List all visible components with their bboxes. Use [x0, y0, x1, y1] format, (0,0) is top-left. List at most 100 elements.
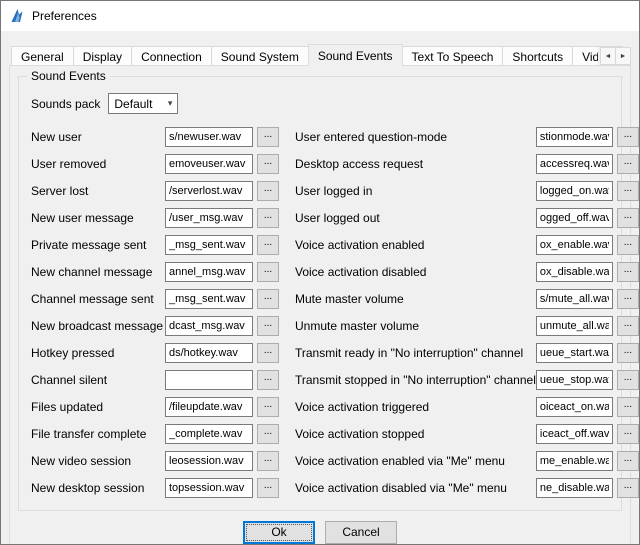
tab-connection[interactable]: Connection [131, 46, 212, 66]
sound-event-row: Voice activation stopped... [293, 423, 639, 444]
sound-event-row: Voice activation triggered... [293, 396, 639, 417]
browse-button[interactable]: ... [257, 370, 279, 390]
browse-button[interactable]: ... [617, 316, 639, 336]
browse-button[interactable]: ... [257, 424, 279, 444]
sound-file-input[interactable] [165, 397, 253, 417]
sound-file-input[interactable] [165, 289, 253, 309]
tab-general[interactable]: General [11, 46, 74, 66]
tab-list: GeneralDisplayConnectionSound SystemSoun… [9, 44, 631, 66]
sound-event-row: User removed... [29, 153, 279, 174]
sound-event-row: New broadcast message... [29, 315, 279, 336]
browse-button[interactable]: ... [257, 154, 279, 174]
browse-button[interactable]: ... [257, 397, 279, 417]
tab-scroll-control: ◄ ► [598, 47, 631, 65]
browse-button[interactable]: ... [257, 262, 279, 282]
browse-button[interactable]: ... [257, 208, 279, 228]
sound-file-input[interactable] [536, 154, 613, 174]
sound-event-label: User removed [29, 157, 165, 171]
browse-button[interactable]: ... [257, 235, 279, 255]
sound-event-row: New video session... [29, 450, 279, 471]
tab-shortcuts[interactable]: Shortcuts [502, 46, 573, 66]
sound-event-row: New channel message... [29, 261, 279, 282]
tab-scroll-left-button[interactable]: ◄ [600, 47, 616, 65]
sound-event-row: Channel message sent... [29, 288, 279, 309]
browse-button[interactable]: ... [257, 316, 279, 336]
sound-file-input[interactable] [536, 208, 613, 228]
browse-button[interactable]: ... [617, 424, 639, 444]
cancel-button[interactable]: Cancel [325, 521, 397, 544]
browse-button[interactable]: ... [617, 289, 639, 309]
sound-file-input[interactable] [165, 478, 253, 498]
browse-button[interactable]: ... [617, 127, 639, 147]
sound-file-input[interactable] [165, 127, 253, 147]
sound-event-row: Transmit ready in "No interruption" chan… [293, 342, 639, 363]
browse-button[interactable]: ... [257, 478, 279, 498]
sound-file-input[interactable] [536, 424, 613, 444]
sound-file-input[interactable] [165, 181, 253, 201]
sound-event-label: Unmute master volume [293, 319, 536, 333]
event-columns: New user...User removed...Server lost...… [29, 126, 611, 504]
sound-file-input[interactable] [536, 235, 613, 255]
sound-file-input[interactable] [536, 181, 613, 201]
tab-text-to-speech[interactable]: Text To Speech [402, 46, 504, 66]
sound-file-input[interactable] [536, 289, 613, 309]
tab-display[interactable]: Display [73, 46, 132, 66]
browse-button[interactable]: ... [617, 181, 639, 201]
tab-sound-system[interactable]: Sound System [211, 46, 309, 66]
browse-button[interactable]: ... [617, 262, 639, 282]
sound-event-label: Voice activation disabled via "Me" menu [293, 481, 536, 495]
sound-file-input[interactable] [165, 262, 253, 282]
tab-scroll-right-button[interactable]: ► [615, 47, 631, 65]
browse-button[interactable]: ... [257, 127, 279, 147]
dialog-button-row: Ok Cancel [16, 517, 624, 545]
sound-file-input[interactable] [536, 343, 613, 363]
sound-event-label: New desktop session [29, 481, 165, 495]
browse-button[interactable]: ... [617, 343, 639, 363]
sound-event-row: New user... [29, 126, 279, 147]
sound-event-label: Voice activation disabled [293, 265, 536, 279]
sound-file-input[interactable] [165, 370, 253, 390]
tab-sound-events[interactable]: Sound Events [308, 44, 403, 66]
browse-button[interactable]: ... [617, 154, 639, 174]
sound-file-input[interactable] [165, 235, 253, 255]
sound-file-input[interactable] [536, 262, 613, 282]
sound-event-label: New video session [29, 454, 165, 468]
browse-button[interactable]: ... [617, 235, 639, 255]
browse-button[interactable]: ... [257, 181, 279, 201]
browse-button[interactable]: ... [257, 451, 279, 471]
browse-button[interactable]: ... [617, 397, 639, 417]
sound-file-input[interactable] [536, 478, 613, 498]
ok-button[interactable]: Ok [243, 521, 315, 544]
sound-event-row: Voice activation disabled via "Me" menu.… [293, 477, 639, 498]
browse-button[interactable]: ... [617, 208, 639, 228]
browse-button[interactable]: ... [617, 370, 639, 390]
sounds-pack-select[interactable]: Default ▾ [108, 93, 178, 114]
browse-button[interactable]: ... [617, 478, 639, 498]
sound-event-label: User logged in [293, 184, 536, 198]
sound-file-input[interactable] [165, 343, 253, 363]
sound-file-input[interactable] [165, 208, 253, 228]
sound-file-input[interactable] [536, 451, 613, 471]
sound-event-label: Voice activation triggered [293, 400, 536, 414]
sound-file-input[interactable] [165, 154, 253, 174]
sound-event-label: Transmit stopped in "No interruption" ch… [293, 373, 536, 387]
sound-event-row: Desktop access request... [293, 153, 639, 174]
sound-file-input[interactable] [536, 316, 613, 336]
sound-event-label: Mute master volume [293, 292, 536, 306]
sound-file-input[interactable] [165, 451, 253, 471]
sound-file-input[interactable] [165, 316, 253, 336]
sound-event-row: Unmute master volume... [293, 315, 639, 336]
sounds-pack-row: Sounds pack Default ▾ [31, 93, 611, 114]
sound-file-input[interactable] [536, 127, 613, 147]
sound-event-label: Voice activation enabled via "Me" menu [293, 454, 536, 468]
sound-file-input[interactable] [165, 424, 253, 444]
browse-button[interactable]: ... [617, 451, 639, 471]
sound-file-input[interactable] [536, 370, 613, 390]
group-title: Sound Events [27, 69, 110, 83]
sound-event-label: New user [29, 130, 165, 144]
browse-button[interactable]: ... [257, 289, 279, 309]
sound-events-tab-page: Sound Events Sounds pack Default ▾ New u… [9, 65, 631, 545]
browse-button[interactable]: ... [257, 343, 279, 363]
sound-event-label: File transfer complete [29, 427, 165, 441]
sound-file-input[interactable] [536, 397, 613, 417]
